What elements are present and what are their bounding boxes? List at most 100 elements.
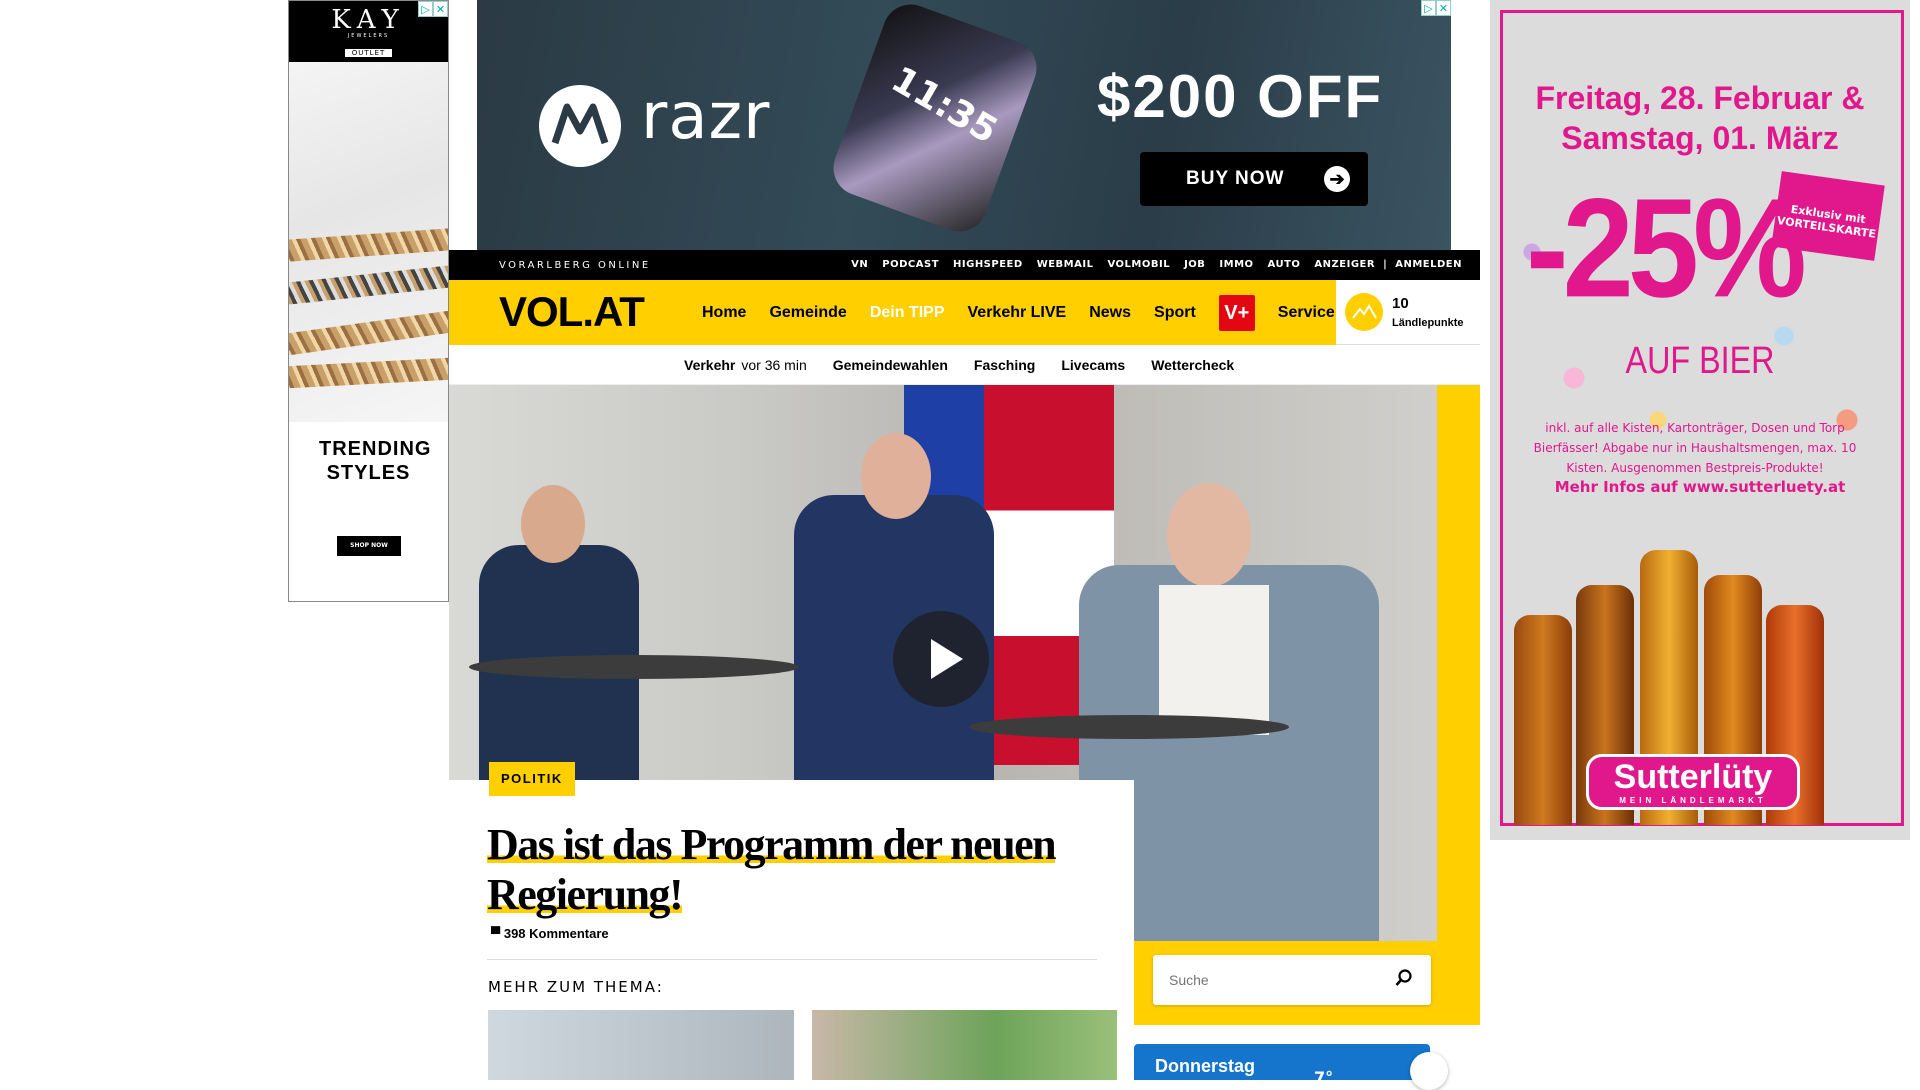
motorola-logo-icon bbox=[539, 85, 621, 167]
topbar-link-job[interactable]: JOB bbox=[1184, 250, 1205, 280]
shop-now-button[interactable]: SHOP NOW bbox=[337, 536, 401, 556]
points-label: Ländlepunkte bbox=[1392, 317, 1464, 329]
topbar-link-auto[interactable]: AUTO bbox=[1268, 250, 1301, 280]
chain-graphic bbox=[289, 227, 448, 263]
adchoices-icon[interactable]: ▷ bbox=[418, 1, 433, 17]
laendlepunkte-icon bbox=[1345, 293, 1383, 331]
related-article-thumbnail[interactable] bbox=[488, 1010, 794, 1080]
chains-image bbox=[289, 62, 448, 422]
sub-nav: Verkehr vor 36 min Gemeindewahlen Faschin… bbox=[449, 345, 1480, 385]
main-nav: VOL.AT Home Gemeinde Dein TIPP Verkehr L… bbox=[449, 280, 1480, 345]
topbar-separator: | bbox=[1383, 259, 1388, 270]
nav-item-verkehr-live[interactable]: Verkehr LIVE bbox=[968, 304, 1067, 322]
subnav-item-verkehr[interactable]: Verkehr vor 36 min bbox=[684, 345, 807, 385]
table-left bbox=[469, 655, 799, 679]
arrow-right-icon: ➔ bbox=[1324, 166, 1350, 192]
discount-value: -25% bbox=[1526, 169, 1807, 328]
person-right-head bbox=[1167, 483, 1251, 587]
topbar-link-highspeed[interactable]: HIGHSPEED bbox=[953, 250, 1023, 280]
nav-item-news[interactable]: News bbox=[1089, 304, 1131, 322]
play-button-icon[interactable] bbox=[893, 611, 989, 707]
subnav-item-livecams[interactable]: Livecams bbox=[1061, 345, 1125, 385]
topbar-link-podcast[interactable]: PODCAST bbox=[882, 250, 939, 280]
sutterluety-brand: Sutterlüty bbox=[1613, 758, 1773, 796]
comments-count: 398 Kommentare bbox=[503, 926, 609, 941]
topbar-link-anzeiger[interactable]: ANZEIGER bbox=[1314, 250, 1375, 280]
razr-brand: razr bbox=[641, 80, 771, 154]
category-tag[interactable]: POLITIK bbox=[489, 762, 575, 796]
nav-item-sport[interactable]: Sport bbox=[1154, 304, 1196, 322]
buy-now-label: BUY NOW bbox=[1186, 168, 1285, 189]
nav-item-gemeinde[interactable]: Gemeinde bbox=[769, 304, 846, 322]
topbar-link-webmail[interactable]: WEBMAIL bbox=[1037, 250, 1094, 280]
person-left-head bbox=[521, 485, 585, 563]
article-card[interactable]: POLITIK Das ist das Programm der neuen R… bbox=[449, 762, 1134, 1080]
topbar-link-immo[interactable]: IMMO bbox=[1219, 250, 1253, 280]
divider bbox=[487, 959, 1097, 960]
vol-at-logo[interactable]: VOL.AT bbox=[499, 288, 645, 336]
razr-banner-ad[interactable]: razr 11:35 $200 OFF BUY NOW ➔ ▷ ✕ bbox=[477, 0, 1451, 250]
vorteilskarte-badge: Exklusiv mit VORTEILSKARTE bbox=[1771, 171, 1885, 261]
ad-date-line2: Samstag, 01. März bbox=[1561, 120, 1839, 156]
offer-headline: $200 OFF bbox=[1097, 63, 1384, 130]
headline-line1: Das ist das Programm der neuen bbox=[487, 820, 1057, 869]
chain-graphic bbox=[289, 309, 448, 357]
nav-item-dein-tipp[interactable]: Dein TIPP bbox=[870, 304, 945, 322]
kay-skyscraper-ad[interactable]: KAY JEWELERS OUTLET ▷ ✕ TRENDING STYLES … bbox=[288, 0, 449, 602]
chain-graphic bbox=[289, 264, 448, 306]
subnav-verkehr-time: vor 36 min bbox=[741, 357, 807, 373]
adchoices-badge[interactable]: ▷ ✕ bbox=[1421, 0, 1451, 16]
ad-date-line1: Freitag, 28. Februar & bbox=[1535, 80, 1865, 116]
weather-day: Donnerstag bbox=[1155, 1056, 1256, 1076]
nav-items: Home Gemeinde Dein TIPP Verkehr LIVE New… bbox=[702, 280, 1335, 345]
search-input[interactable] bbox=[1169, 955, 1389, 1005]
vplus-button[interactable]: V+ bbox=[1218, 294, 1255, 331]
weather-temp: 7° bbox=[1314, 1068, 1334, 1087]
subnav-item-wettercheck[interactable]: Wettercheck bbox=[1151, 345, 1234, 385]
sutterluety-ad[interactable]: Freitag, 28. Februar & Samstag, 01. März… bbox=[1490, 0, 1910, 840]
comment-icon: ▀ bbox=[491, 926, 501, 941]
comments-link[interactable]: ▀ 398 Kommentare bbox=[491, 926, 609, 941]
search-icon[interactable] bbox=[1395, 969, 1413, 987]
search-box bbox=[1153, 955, 1431, 1005]
mehr-zum-thema-label: MEHR ZUM THEMA: bbox=[488, 978, 664, 996]
product-label: AUF BIER bbox=[1625, 340, 1775, 382]
topbar-link-volmobil[interactable]: VOLMOBIL bbox=[1107, 250, 1170, 280]
sutterluety-logo: Sutterlüty MEIN LÄNDLEMARKT bbox=[1586, 754, 1800, 810]
topbar-link-vn[interactable]: VN bbox=[851, 250, 868, 280]
kay-outlet: OUTLET bbox=[344, 49, 393, 57]
ad-more-info: Mehr Infos auf www.sutterluety.at bbox=[1554, 478, 1846, 496]
headline-line2: Regierung! bbox=[487, 870, 684, 919]
subnav-item-fasching[interactable]: Fasching bbox=[974, 345, 1035, 385]
laendlepunkte-widget[interactable]: 10 Ländlepunkte bbox=[1336, 280, 1480, 345]
topbar-links: VN PODCAST HIGHSPEED WEBMAIL VOLMOBIL JO… bbox=[851, 250, 1462, 280]
site-topbar: VORARLBERG ONLINE VN PODCAST HIGHSPEED W… bbox=[449, 250, 1480, 280]
subnav-verkehr-label: Verkehr bbox=[684, 357, 736, 373]
ad-close-icon[interactable]: ✕ bbox=[1436, 0, 1451, 16]
ad-fineprint: inkl. auf alle Kisten, Kartonträger, Dos… bbox=[1533, 421, 1857, 475]
sutterluety-sub: MEIN LÄNDLEMARKT bbox=[1619, 796, 1767, 805]
nav-item-service[interactable]: Service bbox=[1278, 304, 1335, 322]
person-center-head bbox=[861, 433, 931, 519]
table-right bbox=[969, 715, 1289, 739]
points-value: 10 bbox=[1392, 295, 1409, 312]
sub-nav-items: Verkehr vor 36 min Gemeindewahlen Faschin… bbox=[684, 345, 1234, 385]
trending-styles-headline: TRENDING STYLES bbox=[319, 438, 432, 484]
weather-widget[interactable]: Donnerstag 7° bbox=[1134, 1044, 1448, 1090]
article-headline[interactable]: Das ist das Programm der neuen Regierung… bbox=[487, 820, 1127, 920]
topbar-link-anmelden[interactable]: ANMELDEN bbox=[1395, 250, 1462, 280]
adchoices-badge[interactable]: ▷ ✕ bbox=[418, 1, 448, 17]
adchoices-icon[interactable]: ▷ bbox=[1421, 0, 1436, 16]
buy-now-button[interactable]: BUY NOW ➔ bbox=[1140, 152, 1368, 206]
blouse bbox=[1159, 585, 1269, 735]
nav-item-home[interactable]: Home bbox=[702, 304, 746, 322]
vorarlberg-online-brand[interactable]: VORARLBERG ONLINE bbox=[499, 250, 651, 282]
ad-date: Freitag, 28. Februar & Samstag, 01. März bbox=[1490, 78, 1910, 158]
subnav-item-gemeindewahlen[interactable]: Gemeindewahlen bbox=[833, 345, 948, 385]
weather-toggle-button[interactable] bbox=[1410, 1052, 1448, 1090]
ad-close-icon[interactable]: ✕ bbox=[433, 1, 448, 17]
related-article-thumbnail[interactable] bbox=[812, 1010, 1117, 1080]
bottle-graphic bbox=[1514, 615, 1572, 825]
chain-graphic bbox=[289, 357, 448, 389]
kay-jewelers: JEWELERS bbox=[347, 33, 390, 39]
